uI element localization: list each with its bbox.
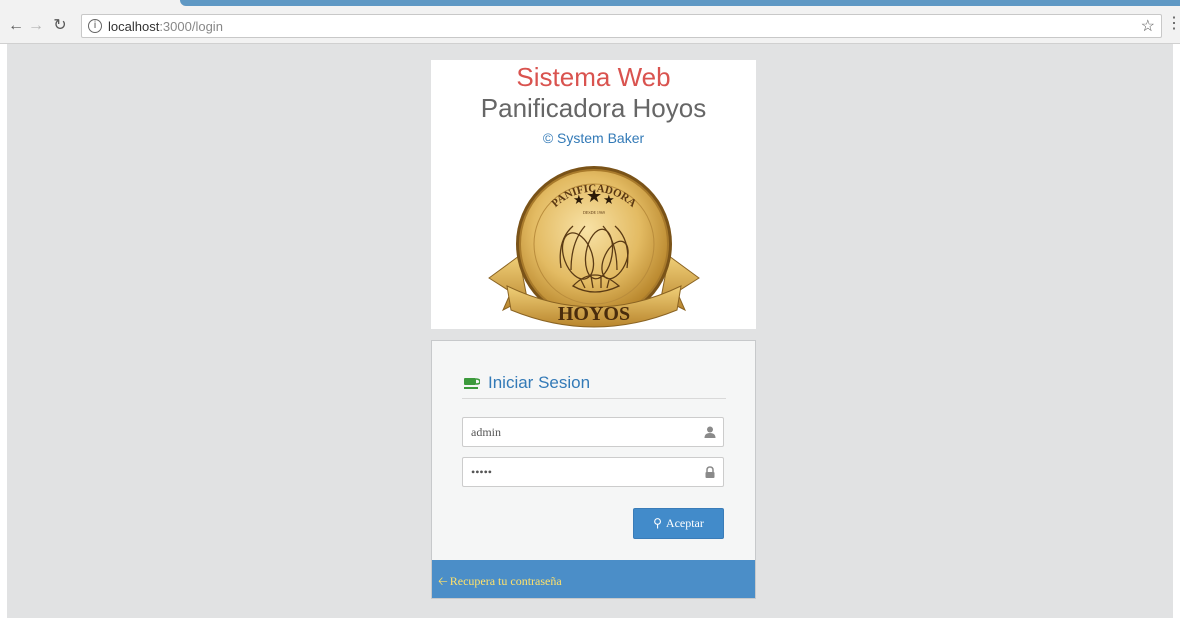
browser-tab-strip: [0, 0, 1180, 10]
submit-button[interactable]: ⚲ Aceptar: [633, 508, 724, 539]
browser-menu-icon[interactable]: ⋮: [1166, 13, 1180, 33]
login-panel: Iniciar Sesion ⚲Aceptar 🡠Recupera tu con…: [431, 340, 756, 599]
recover-password-link[interactable]: 🡠 Recupera tu contraseña: [438, 572, 562, 593]
logo-since-text: DESDE 1969: [583, 210, 605, 215]
forward-arrow-icon[interactable]: →: [26, 16, 46, 36]
brand-subtitle: Panificadora Hoyos: [480, 93, 707, 123]
bakery-logo: PANIFICADORA ★ ★ ★ DESDE 1969 HOYOS: [488, 166, 700, 328]
svg-text:★: ★: [586, 186, 602, 207]
lock-icon: [705, 466, 715, 478]
svg-text:★: ★: [573, 193, 585, 208]
arrow-left-icon: 🡠: [438, 574, 448, 588]
browser-toolbar: ← → ↻ i localhost:3000/login ☆: [0, 10, 1180, 44]
login-title: Iniciar Sesion: [488, 373, 591, 392]
browser-tab-edge: [180, 0, 1180, 6]
url-host: localhost: [108, 19, 160, 34]
svg-text:★: ★: [603, 193, 615, 208]
recover-label: Recupera tu contraseña: [449, 574, 562, 588]
info-icon[interactable]: i: [88, 19, 102, 33]
url-text[interactable]: localhost:3000/login: [108, 19, 223, 34]
bookmark-star-icon[interactable]: ☆: [1141, 16, 1155, 36]
key-icon: ⚲: [653, 516, 662, 530]
brand-box: Sistema Web Panificadora Hoyos © System …: [431, 60, 756, 329]
password-input[interactable]: [463, 458, 699, 486]
logo-ribbon-text: HOYOS: [558, 303, 630, 325]
url-path: :3000/login: [159, 19, 223, 34]
brand-title: Sistema Web: [516, 62, 671, 92]
login-heading: Iniciar Sesion: [462, 373, 726, 399]
brand-copyright: © System Baker: [542, 130, 645, 146]
coffee-icon: [464, 378, 480, 389]
reload-icon[interactable]: ↻: [50, 16, 70, 36]
username-field[interactable]: [462, 417, 724, 447]
login-footer: 🡠 Recupera tu contraseña: [432, 560, 755, 598]
username-input[interactable]: [463, 418, 699, 446]
user-icon: [704, 426, 716, 438]
address-bar[interactable]: i localhost:3000/login ☆: [81, 14, 1162, 38]
page-background: Sistema Web Panificadora Hoyos © System …: [7, 44, 1173, 618]
password-field[interactable]: [462, 457, 724, 487]
submit-label: Aceptar: [665, 516, 704, 530]
back-arrow-icon[interactable]: ←: [6, 16, 26, 36]
